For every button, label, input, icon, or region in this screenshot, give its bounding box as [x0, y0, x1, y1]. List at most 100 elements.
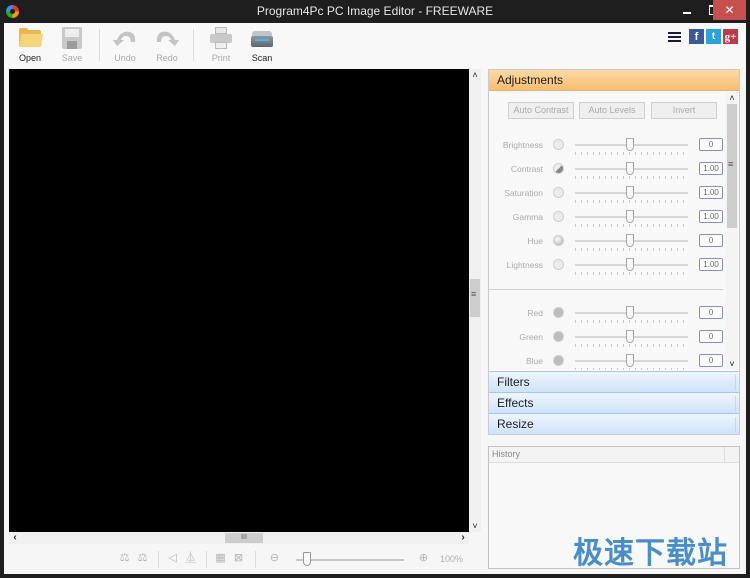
perspective-icon[interactable]: ◁	[166, 552, 179, 565]
window-title: Program4Pc PC Image Editor - FREEWARE	[256, 4, 494, 18]
auto-levels-button[interactable]: Auto Levels	[579, 102, 645, 119]
slider-thumb[interactable]	[625, 330, 634, 343]
effects-header[interactable]: Effects	[489, 392, 739, 413]
value-field[interactable]: 0	[699, 234, 723, 247]
actual-size-icon[interactable]: ⊠	[232, 552, 245, 565]
filters-header[interactable]: Filters	[489, 371, 739, 392]
list-icon[interactable]	[668, 31, 681, 43]
brightness-icon	[553, 139, 564, 150]
slider-ticks	[575, 344, 688, 347]
slider-thumb[interactable]	[625, 210, 634, 223]
lightbulb-icon	[553, 259, 564, 270]
blue-channel-icon	[553, 355, 564, 366]
canvas-horizontal-scrollbar[interactable]: ‹ III ›	[9, 532, 469, 544]
save-label: Save	[61, 53, 83, 63]
scroll-up-button[interactable]: ˄	[469, 69, 481, 81]
flip-vertical-icon[interactable]: ⚖	[136, 552, 149, 565]
bottom-toolbar: ⚖ ⚖ ◁ ⏅ ▦ ⊠ ⊖ ⊕ 100%	[4, 545, 484, 574]
google-plus-icon[interactable]: g+	[723, 29, 738, 44]
value-field[interactable]: 1.00	[699, 162, 723, 175]
value-field[interactable]: 0	[699, 306, 723, 319]
slider-thumb[interactable]	[625, 138, 634, 151]
adjustment-row-contrast: Contrast 1.00	[489, 162, 729, 186]
adjustments-body: Auto Contrast Auto Levels Invert Brightn…	[489, 92, 739, 370]
zoom-out-icon[interactable]: ⊖	[268, 552, 281, 565]
canvas-vertical-scrollbar[interactable]: ˄ ˅	[469, 69, 481, 532]
scroll-thumb[interactable]	[470, 279, 480, 317]
scroll-down-button[interactable]: ˅	[726, 358, 738, 370]
adjustment-row-hue: Hue 0	[489, 234, 729, 258]
value-field[interactable]: 1.00	[699, 258, 723, 271]
auto-contrast-button[interactable]: Auto Contrast	[508, 102, 574, 119]
scroll-thumb[interactable]: III	[225, 533, 263, 543]
undo-label: Undo	[114, 53, 136, 63]
panel-scrollbar[interactable]: ˄ ˅	[726, 92, 738, 370]
slider-thumb[interactable]	[625, 258, 634, 271]
scroll-down-button[interactable]: ˅	[469, 520, 481, 532]
resize-header[interactable]: Resize	[489, 413, 739, 434]
slider-thumb[interactable]	[625, 306, 634, 319]
value-field[interactable]: 0	[699, 138, 723, 151]
slider-ticks	[575, 224, 688, 227]
open-label: Open	[18, 53, 42, 63]
redo-icon	[154, 26, 180, 50]
adjustments-header[interactable]: Adjustments	[489, 70, 739, 91]
value-field[interactable]: 1.00	[699, 210, 723, 223]
facebook-icon[interactable]: f	[689, 29, 704, 44]
twitter-icon[interactable]: t	[706, 29, 721, 44]
fit-icon[interactable]: ▦	[214, 552, 227, 565]
tools-separator	[158, 551, 159, 568]
minimize-button[interactable]	[675, 0, 701, 20]
redo-label: Redo	[156, 53, 178, 63]
adjustment-label: Brightness	[502, 140, 543, 150]
undo-icon	[112, 26, 138, 50]
adjustment-label: Gamma	[512, 212, 543, 222]
slider-thumb[interactable]	[625, 354, 634, 367]
zoom-slider-thumb[interactable]	[302, 552, 311, 566]
close-button[interactable]: ✕	[713, 0, 746, 20]
gamma-icon	[553, 211, 564, 222]
adjustment-label: Red	[527, 308, 543, 318]
redo-button[interactable]: Redo	[145, 26, 189, 66]
scroll-thumb[interactable]	[727, 104, 737, 228]
adjustment-label: Contrast	[510, 164, 543, 174]
section-divider	[489, 289, 723, 290]
watermark: 极速下载站	[573, 536, 728, 571]
adjustment-label: Saturation	[504, 188, 543, 198]
print-button[interactable]: Print	[199, 26, 243, 66]
adjustment-row-green: Green 0	[489, 330, 729, 354]
scanner-icon	[249, 26, 275, 50]
adjustment-row-blue: Blue 0	[489, 354, 729, 370]
undo-button[interactable]: Undo	[103, 26, 147, 66]
mirror-icon[interactable]: ⏅	[184, 552, 197, 565]
contrast-icon	[553, 163, 564, 174]
save-button[interactable]: Save	[50, 26, 94, 66]
slider-ticks	[575, 152, 688, 155]
flip-horizontal-icon[interactable]: ⚖	[118, 552, 131, 565]
slider-thumb[interactable]	[625, 162, 634, 175]
invert-button[interactable]: Invert	[651, 102, 717, 119]
hue-icon	[553, 235, 564, 246]
value-field[interactable]: 1.00	[699, 186, 723, 199]
image-canvas[interactable]	[9, 69, 469, 532]
open-button[interactable]: Open	[8, 26, 52, 66]
scan-button[interactable]: Scan	[240, 26, 284, 66]
floppy-disk-icon	[59, 26, 85, 50]
slider-ticks	[575, 200, 688, 203]
zoom-slider-track[interactable]	[296, 559, 404, 561]
value-field[interactable]: 0	[699, 330, 723, 343]
scroll-right-button[interactable]: ›	[457, 532, 469, 544]
toolbar-separator	[193, 29, 194, 61]
value-field[interactable]: 0	[699, 354, 723, 367]
zoom-in-icon[interactable]: ⊕	[417, 552, 430, 565]
slider-thumb[interactable]	[625, 186, 634, 199]
saturation-icon	[553, 187, 564, 198]
scroll-up-button[interactable]: ˄	[726, 92, 738, 104]
slider-thumb[interactable]	[625, 234, 634, 247]
green-channel-icon	[553, 331, 564, 342]
slider-ticks	[575, 320, 688, 323]
adjustment-row-gamma: Gamma 1.00	[489, 210, 729, 234]
history-header: History	[489, 447, 739, 463]
folder-icon	[17, 26, 44, 50]
scroll-left-button[interactable]: ‹	[9, 532, 21, 544]
